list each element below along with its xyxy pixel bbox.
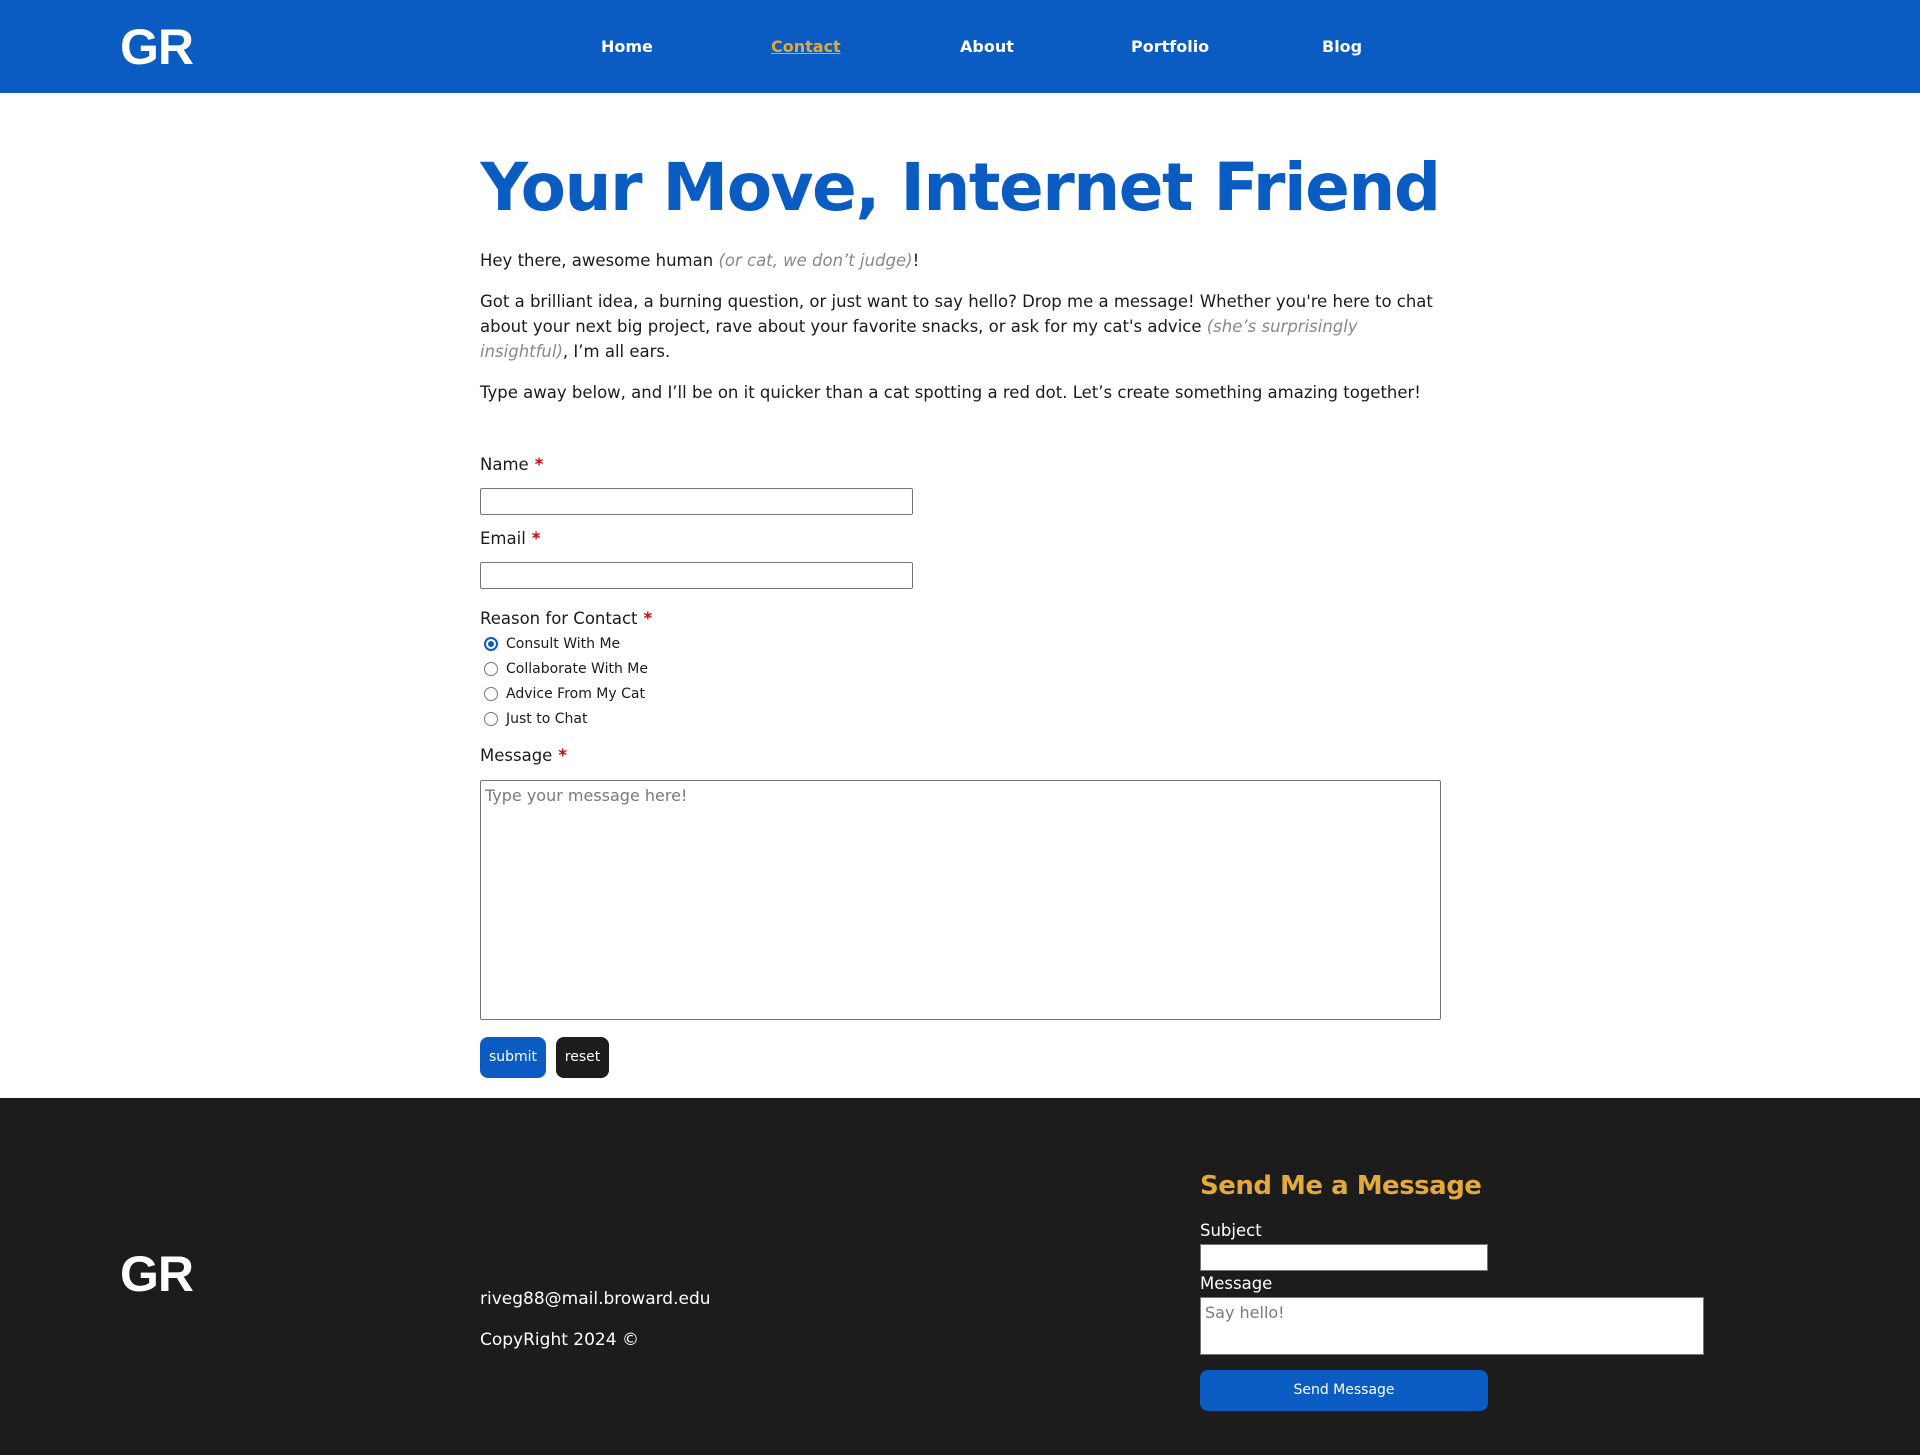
reason-label-text: Reason for Contact bbox=[480, 609, 638, 628]
footer-message-label: Message bbox=[1200, 1274, 1273, 1293]
intro-closing: Type away below, and I’ll be on it quick… bbox=[480, 383, 1421, 402]
nav-contact[interactable]: Contact bbox=[771, 35, 841, 59]
radio-button[interactable] bbox=[484, 687, 498, 701]
required-mark: * bbox=[643, 609, 653, 628]
page-title: Your Move, Internet Friend bbox=[480, 149, 1441, 226]
intro-paragraph: Got a brilliant idea, a burning question… bbox=[480, 289, 1445, 364]
greeting-text: Hey there, awesome human bbox=[480, 251, 719, 270]
intro-greeting: Hey there, awesome human (or cat, we don… bbox=[480, 248, 1445, 273]
reason-label: Reason for Contact * bbox=[480, 607, 652, 631]
site-header: GR Home Contact About Portfolio Blog bbox=[0, 0, 1920, 93]
reason-option-label: Advice From My Cat bbox=[506, 686, 645, 702]
footer-logo: GR bbox=[120, 1246, 194, 1302]
required-mark: * bbox=[531, 529, 541, 548]
greeting-end: ! bbox=[912, 251, 920, 270]
reason-option-label: Collaborate With Me bbox=[506, 661, 648, 677]
site-logo[interactable]: GR bbox=[120, 17, 194, 77]
reset-button[interactable]: reset bbox=[556, 1037, 609, 1078]
reason-option-label: Just to Chat bbox=[506, 711, 588, 727]
greeting-aside: (or cat, we don’t judge) bbox=[718, 251, 913, 270]
site-footer bbox=[0, 1098, 1920, 1455]
reason-option-chat[interactable]: Just to Chat bbox=[484, 709, 587, 729]
email-label-text: Email bbox=[480, 529, 526, 548]
intro-paragraph-end: , I’m all ears. bbox=[562, 342, 671, 361]
nav-portfolio[interactable]: Portfolio bbox=[1131, 35, 1209, 59]
name-input[interactable] bbox=[480, 488, 913, 515]
email-label: Email * bbox=[480, 527, 540, 551]
email-input[interactable] bbox=[480, 562, 913, 589]
radio-button-checked[interactable] bbox=[484, 637, 498, 651]
reason-option-label: Consult With Me bbox=[506, 636, 621, 652]
footer-form-heading: Send Me a Message bbox=[1200, 1171, 1482, 1201]
submit-button[interactable]: submit bbox=[480, 1037, 546, 1078]
nav-blog[interactable]: Blog bbox=[1322, 35, 1362, 59]
message-label: Message * bbox=[480, 744, 567, 768]
required-mark: * bbox=[558, 746, 567, 765]
radio-button[interactable] bbox=[484, 662, 498, 676]
footer-message-textarea[interactable] bbox=[1200, 1297, 1704, 1355]
reason-option-cat-advice[interactable]: Advice From My Cat bbox=[484, 684, 645, 704]
footer-email[interactable]: riveg88@mail.broward.edu bbox=[480, 1287, 711, 1311]
radio-button[interactable] bbox=[484, 712, 498, 726]
subject-label: Subject bbox=[1200, 1221, 1262, 1240]
name-label: Name * bbox=[480, 453, 543, 477]
send-message-button[interactable]: Send Message bbox=[1200, 1370, 1488, 1411]
footer-copyright: CopyRight 2024 © bbox=[480, 1330, 639, 1350]
required-mark: * bbox=[534, 455, 544, 474]
name-label-text: Name bbox=[480, 455, 529, 474]
nav-home[interactable]: Home bbox=[601, 35, 653, 59]
nav-about[interactable]: About bbox=[960, 35, 1014, 59]
message-label-text: Message bbox=[480, 746, 553, 765]
reason-option-consult[interactable]: Consult With Me bbox=[484, 634, 620, 654]
reason-option-collaborate[interactable]: Collaborate With Me bbox=[484, 659, 648, 679]
message-textarea[interactable] bbox=[480, 780, 1441, 1020]
subject-input[interactable] bbox=[1200, 1244, 1488, 1271]
